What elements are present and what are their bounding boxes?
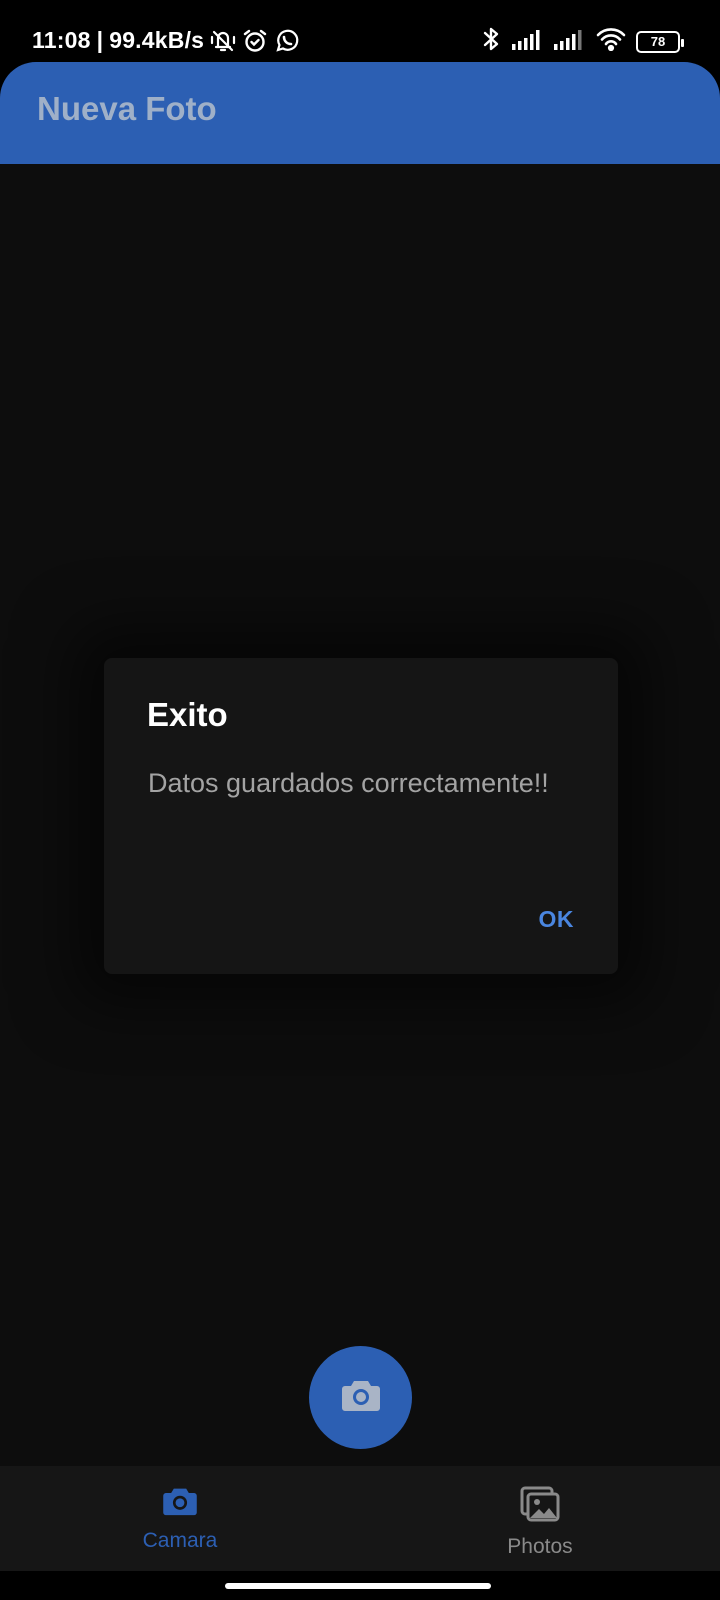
success-dialog: Exito Datos guardados correctamente!! OK xyxy=(104,658,618,974)
nav-item-photos[interactable]: Photos xyxy=(360,1466,720,1571)
vibrate-off-icon xyxy=(210,28,236,54)
battery-level: 78 xyxy=(650,34,666,49)
bottom-navigation: Camara Photos xyxy=(0,1466,720,1571)
signal-icon xyxy=(512,28,544,55)
alarm-icon xyxy=(242,28,268,54)
take-photo-button[interactable] xyxy=(309,1346,412,1449)
status-time: 11:08 xyxy=(32,27,91,53)
ok-button[interactable]: OK xyxy=(539,906,575,933)
nav-label-photos: Photos xyxy=(507,1535,573,1558)
status-bar: 11:08 | 99.4kB/s 78 xyxy=(0,0,720,62)
app-bar: Nueva Foto xyxy=(0,62,720,164)
status-separator: | xyxy=(96,27,104,53)
battery-icon: 78 xyxy=(636,30,684,53)
gesture-area xyxy=(0,1571,720,1600)
nav-label-camara: Camara xyxy=(142,1529,218,1552)
signal-icon xyxy=(554,28,586,55)
home-indicator[interactable] xyxy=(225,1583,491,1589)
whatsapp-icon xyxy=(274,28,300,54)
camera-icon xyxy=(162,1486,198,1521)
dialog-title: Exito xyxy=(147,696,228,733)
app-title: Nueva Foto xyxy=(37,90,217,127)
wifi-icon xyxy=(596,27,626,56)
bluetooth-icon xyxy=(480,25,502,58)
dialog-message: Datos guardados correctamente!! xyxy=(148,768,549,798)
photos-icon xyxy=(520,1486,560,1527)
camera-icon xyxy=(341,1378,381,1417)
network-speed: 99.4kB/s xyxy=(109,27,205,53)
status-left: 11:08 | 99.4kB/s xyxy=(32,27,300,54)
nav-item-camara[interactable]: Camara xyxy=(0,1466,360,1571)
status-right: 78 xyxy=(480,25,684,58)
